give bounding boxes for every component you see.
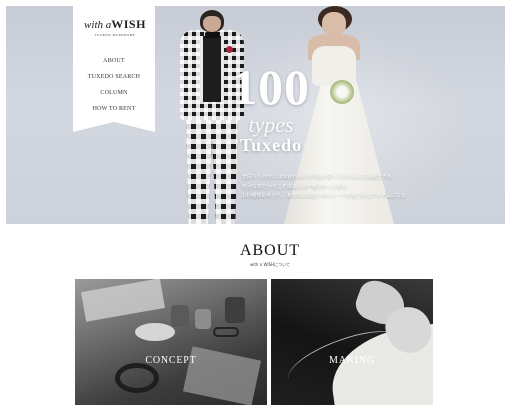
hero-lead-text: 普段なら自分には似合わないのではと思うスタイルにも挑戦できる 特別な日だからこそ… [242,173,407,202]
hero-lead-line: 100種類の中から、あなたに似合うタキシードを見つけるアイテムになる [242,193,407,199]
page: 100 types Tuxedo 普段なら自分には似合わないのではと思うスタイル… [0,0,510,411]
hero-tuxedo: Tuxedo [239,135,303,155]
about-heading: ABOUT with a WISHについて [200,242,340,268]
pin-plate-image [135,323,175,341]
main-nav: ABOUT TUXEDO SEARCH COLUMN HOW TO RENT [76,53,152,117]
site-logo[interactable]: with aWISH TUXEDO WARDROBE [83,17,147,37]
hero-lead-line: 普段なら自分には似合わないのではと思うスタイルにも挑戦できる [242,174,392,180]
nav-item-tuxedo-search[interactable]: TUXEDO SEARCH [76,69,152,85]
hero-title: 100 types Tuxedo [216,62,326,156]
concept-card[interactable]: CONCEPT [75,279,267,405]
hero-types: types [248,112,294,137]
about-title: ABOUT [239,242,301,259]
making-card-label: MAKING [329,355,375,366]
hero-number: 100 [232,59,310,115]
logo-wordmark: with aWISH [83,17,147,32]
thread-spool-image [195,309,211,329]
making-card[interactable]: MAKING [271,279,433,405]
sketchbook-image [81,279,165,322]
bride-bouquet [330,80,354,104]
measuring-tape-image [115,363,159,393]
nav-item-how-to-rent[interactable]: HOW TO RENT [76,101,152,117]
bride-face [322,12,346,36]
nav-item-column[interactable]: COLUMN [76,85,152,101]
thread-spool-image [225,297,245,323]
nav-item-about[interactable]: ABOUT [76,53,152,69]
groom-face [203,16,221,32]
hero-lead-line: 特別な日だからこそ出会える一着がきっとある [242,183,347,190]
logo-tagline: TUXEDO WARDROBE [94,33,136,37]
scissors-image [213,327,239,337]
logo-script: with a [84,19,112,31]
groom-bowtie [205,32,219,38]
about-subtitle: with a WISHについて [249,262,291,267]
groom-boutonniere [226,46,233,53]
thread-spool-image [171,305,189,327]
concept-card-label: CONCEPT [145,355,197,366]
logo-bold: WISH [111,17,146,31]
